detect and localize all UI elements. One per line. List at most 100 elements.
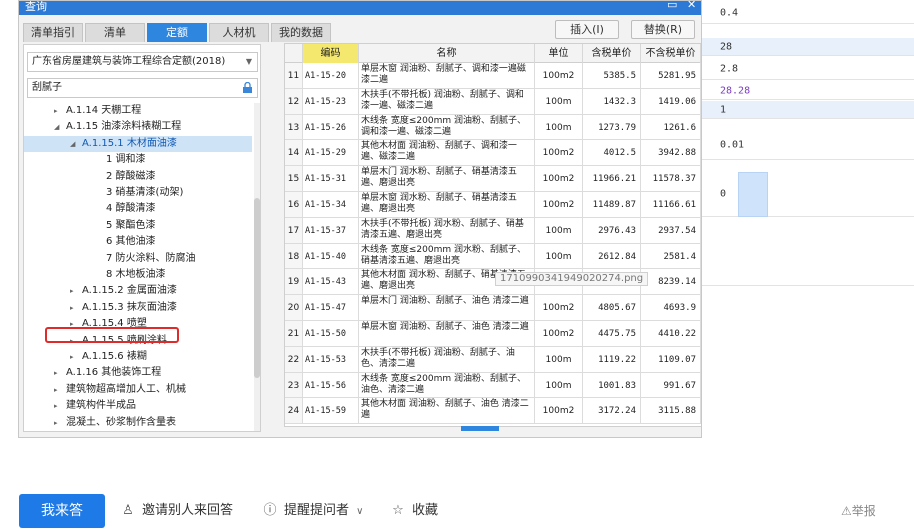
table-row[interactable]: 15 A1-15-31 单层木门 润水粉、刮腻子、硝基清漆五遍、磨退出亮 100m2 1… xyxy=(285,166,701,192)
answer-button[interactable]: 我来答 xyxy=(19,494,105,528)
table-row[interactable]: 22 A1-15-53 木扶手(不带托板) 润油粉、刮腻子、油色、清漆二遍 100m 1… xyxy=(285,346,701,373)
grid-scrollbar[interactable]: ▲ xyxy=(701,44,702,427)
quota-name: 木扶手(不带托板) 润油粉、刮腻子、调和漆一遍、磁漆二遍 xyxy=(359,88,535,114)
invite-answer-button[interactable]: ♙ 邀请别人来回答 xyxy=(120,494,233,528)
tab-my-data[interactable]: 我的数据 xyxy=(271,23,331,42)
report-button[interactable]: ⚠举报 xyxy=(841,494,876,528)
favorite-button[interactable]: ☆ 收藏 xyxy=(390,494,438,528)
expand-caret-icon[interactable]: ▸ xyxy=(54,415,66,431)
tree-node[interactable]: ◢ A.1.15.1 木材面油漆 xyxy=(24,135,252,152)
tree-node[interactable]: 3 硝基清漆(动架) xyxy=(94,185,183,201)
search-input[interactable]: 刮腻子 xyxy=(27,78,258,98)
table-row[interactable]: 23 A1-15-56 木线条 宽度≤200mm 润油粉、刮腻子、油色、清漆二遍 10… xyxy=(285,372,701,399)
image-filename-tooltip: 1710990341949020274.png xyxy=(495,272,649,286)
tree-node[interactable]: 2 醇酸磁漆 xyxy=(94,169,156,185)
insert-button[interactable]: 插入(I) xyxy=(555,20,619,39)
quota-name: 单层木窗 润油粉、刮腻子、油色 清漆二遍 xyxy=(359,321,535,346)
quota-name: 木扶手(不带托板) 润油粉、刮腻子、油色、清漆二遍 xyxy=(359,346,535,372)
table-row[interactable]: 16 A1-15-34 单层木窗 润水粉、刮腻子、硝基清漆五遍、磨退出亮 100m2 1… xyxy=(285,192,701,218)
lock-icon[interactable] xyxy=(242,82,253,94)
table-row[interactable]: 14 A1-15-29 其他木材面 润油粉、刮腻子、调和漆一遍、磁漆二遍 100m2 4… xyxy=(285,140,701,167)
table-row[interactable]: 17 A1-15-37 木扶手(不带托板) 润水粉、刮腻子、硝基清漆五遍、磨退出亮 1… xyxy=(285,217,701,244)
dialog-titlebar: 查询 ▭ ✕ xyxy=(19,1,701,15)
tab-quota[interactable]: 定额 xyxy=(147,23,207,42)
table-row[interactable]: 13 A1-15-26 木线条 宽度≤200mm 润油粉、刮腻子、调和漆一遍、磁漆二… xyxy=(285,114,701,141)
expand-caret-icon[interactable]: ▸ xyxy=(24,431,36,432)
tree-node-label: A.1.15.2 金属面油漆 xyxy=(82,285,177,297)
quota-code: A1-15-59 xyxy=(303,398,359,424)
quota-library-select[interactable]: 广东省房屋建筑与装饰工程综合定额(2018) ▼ xyxy=(27,52,258,72)
notax-price: 4410.22 xyxy=(641,321,701,346)
sheet-value: 0 xyxy=(720,188,727,200)
table-row[interactable]: 24 A1-15-59 其他木材面 润油粉、刮腻子、油色 清漆二遍 100m2 3172… xyxy=(285,398,701,425)
notax-price: 1261.6 xyxy=(641,114,701,140)
quota-library-value: 广东省房屋建筑与装饰工程综合定额(2018) xyxy=(32,56,226,67)
replace-button[interactable]: 替换(R) xyxy=(631,20,695,39)
table-row[interactable]: 21 A1-15-50 单层木窗 润油粉、刮腻子、油色 清漆二遍 100m2 4475.… xyxy=(285,321,701,347)
remind-label: 提醒提问者 xyxy=(284,503,350,518)
expand-caret-icon[interactable]: ▸ xyxy=(70,300,82,316)
tree-scrollbar[interactable] xyxy=(254,103,260,431)
tree-node[interactable]: 6 其他油漆 xyxy=(94,234,156,250)
table-row[interactable]: 12 A1-15-23 木扶手(不带托板) 润油粉、刮腻子、调和漆一遍、磁漆二遍 10… xyxy=(285,88,701,115)
tree-node[interactable]: ▸ A.1.16 其他装饰工程 xyxy=(54,365,161,381)
expand-caret-icon[interactable]: ▸ xyxy=(70,349,82,365)
invite-label: 邀请别人来回答 xyxy=(142,503,234,518)
expand-caret-icon[interactable]: ◢ xyxy=(70,136,82,152)
scroll-up-icon[interactable]: ▲ xyxy=(701,44,702,52)
header-notax-price: 不含税单价 xyxy=(641,44,701,63)
sheet-row: 28.28 xyxy=(702,82,914,100)
quota-name: 木线条 宽度≤200mm 润油粉、刮腻子、调和漆一遍、磁漆二遍 xyxy=(359,114,535,140)
tree-node[interactable]: ▸国地预算 xyxy=(24,431,76,432)
row-number: 20 xyxy=(285,295,303,320)
notax-price: 3115.88 xyxy=(641,398,701,424)
tree-node[interactable]: ▸ A.1.15.6 裱糊 xyxy=(70,349,147,365)
tree-node[interactable]: ▸ 建筑构件半成品 xyxy=(54,398,136,414)
expand-caret-icon[interactable]: ▸ xyxy=(54,365,66,381)
header-name: 名称 xyxy=(359,44,535,63)
splitter-handle[interactable] xyxy=(461,426,499,431)
remind-asker-button[interactable]: ⓘ 提醒提问者 ∨ xyxy=(262,494,363,528)
tree-node[interactable]: 8 木地板油漆 xyxy=(94,267,166,283)
expand-caret-icon[interactable]: ◢ xyxy=(54,119,66,135)
table-row[interactable]: 20 A1-15-47 单层木门 润油粉、刮腻子、油色 清漆二遍 100m2 4805.… xyxy=(285,295,701,321)
close-icon[interactable]: ✕ xyxy=(687,1,696,11)
left-pane: 广东省房屋建筑与装饰工程综合定额(2018) ▼ 刮腻子 ▸ A.1.14 天棚工… xyxy=(23,44,261,432)
tree-node[interactable]: 7 防火涂料、防腐油 xyxy=(94,251,196,267)
quota-name: 单层木窗 润油粉、刮腻子、调和漆一遍磁漆二遍 xyxy=(359,63,535,88)
expand-caret-icon[interactable]: ▸ xyxy=(70,283,82,299)
quota-code: A1-15-53 xyxy=(303,346,359,372)
quota-code: A1-15-56 xyxy=(303,372,359,398)
tree-node[interactable]: ▸ 混凝土、砂浆制作含量表 xyxy=(54,415,176,431)
minimize-icon[interactable]: ▭ xyxy=(667,1,677,11)
sheet-value: 28.28 xyxy=(720,85,751,96)
tab-bill[interactable]: 清单 xyxy=(85,23,145,42)
tree-node[interactable]: 4 醇酸清漆 xyxy=(94,201,156,217)
table-row[interactable]: 11 A1-15-20 单层木窗 润油粉、刮腻子、调和漆一遍磁漆二遍 100m2 538… xyxy=(285,63,701,89)
screenshot-root: 0.4 28 2.8 28.28 1 0.01 0 查询 ▭ ✕ 清单指引 清单… xyxy=(0,0,914,531)
scrollbar-thumb[interactable] xyxy=(254,198,260,378)
tab-materials[interactable]: 人材机 xyxy=(209,23,269,42)
favorite-label: 收藏 xyxy=(412,503,439,518)
quota-code: A1-15-40 xyxy=(303,243,359,269)
table-row[interactable]: 18 A1-15-40 木线条 宽度≤200mm 润水粉、刮腻子、硝基清漆五遍、磨退… xyxy=(285,243,701,270)
expand-caret-icon[interactable]: ▸ xyxy=(54,398,66,414)
tree-node[interactable]: 5 聚酯色漆 xyxy=(94,218,156,234)
star-icon: ☆ xyxy=(392,503,404,518)
tree-node[interactable]: ▸ 建筑物超高增加人工、机械 xyxy=(54,382,186,398)
notax-price: 1109.07 xyxy=(641,346,701,372)
tax-price: 4475.75 xyxy=(583,321,641,346)
sheet-selected-cell[interactable] xyxy=(738,172,768,217)
tree-node[interactable]: ▸ A.1.15.3 抹灰面油漆 xyxy=(70,300,177,316)
quota-grid: 编码 名称 单位 含税单价 不含税单价 11 A1-15-20 单层木窗 润油粉、刮… xyxy=(284,43,702,427)
expand-caret-icon[interactable]: ▸ xyxy=(54,382,66,398)
report-label: 举报 xyxy=(851,504,876,518)
query-dialog: 查询 ▭ ✕ 清单指引 清单 定额 人材机 我的数据 插入(I) 替换(R) 广… xyxy=(18,0,702,438)
tree-node[interactable]: 1 调和漆 xyxy=(94,152,146,168)
expand-caret-icon[interactable]: ▸ xyxy=(54,103,66,119)
tree-node[interactable]: ◢ A.1.15 油漆涂料裱糊工程 xyxy=(54,119,181,135)
chevron-down-icon[interactable]: ▼ xyxy=(246,53,252,71)
tab-bill-guide[interactable]: 清单指引 xyxy=(23,23,83,42)
tree-node[interactable]: ▸ A.1.14 天棚工程 xyxy=(54,103,141,119)
tree-node[interactable]: ▸ A.1.15.2 金属面油漆 xyxy=(70,283,177,299)
